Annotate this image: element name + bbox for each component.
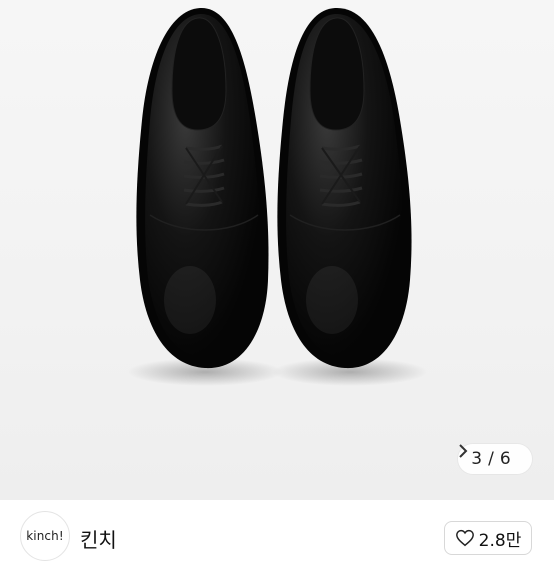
right-shoe [277,7,412,369]
shop-info-row: kinch! 킨치 2.8만 [0,500,554,561]
shop-name[interactable]: 킨치 [80,524,117,553]
image-pager[interactable]: 3 / 6 [458,444,532,474]
avatar-text: kinch! [26,529,64,543]
pager-current: 3 [471,449,483,469]
product-image[interactable]: 3 / 6 [0,0,554,500]
like-count: 2.8만 [478,530,522,551]
shoes-illustration [127,7,428,386]
heart-icon [455,529,475,547]
pager-separator: / [488,449,494,469]
pager-total: 6 [499,449,511,469]
left-shoe [136,7,269,369]
like-button[interactable]: 2.8만 [444,521,532,555]
